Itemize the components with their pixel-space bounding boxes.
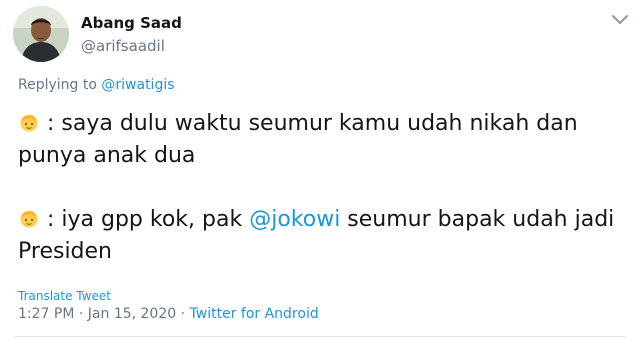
- chevron-down-icon[interactable]: [610, 12, 630, 28]
- tweet-meta: 1:27 PM · Jan 15, 2020 · Twitter for And…: [18, 306, 319, 322]
- user-handle[interactable]: @arifsaadil: [81, 37, 165, 55]
- divider: [14, 336, 626, 337]
- replying-to-label: Replying to: [18, 77, 102, 93]
- meta-separator: ·: [176, 306, 190, 322]
- replying-to: Replying to @riwatigis: [18, 77, 175, 93]
- tweet-mention-jokowi[interactable]: @jokowi: [249, 207, 340, 232]
- meta-separator: ·: [74, 306, 88, 322]
- tweet-date[interactable]: Jan 15, 2020: [88, 306, 176, 322]
- tweet-time[interactable]: 1:27 PM: [18, 306, 74, 322]
- tweet-line-1: : saya dulu waktu seumur kamu udah nikah…: [18, 111, 578, 168]
- tweet-paragraph-1: : saya dulu waktu seumur kamu udah nikah…: [18, 108, 622, 172]
- tweet-paragraph-2: : iya gpp kok, pak @jokowi seumur bapak …: [18, 204, 622, 268]
- replying-to-mention[interactable]: @riwatigis: [101, 77, 174, 93]
- tweet-card: Abang Saad @arifsaadil Replying to @riwa…: [0, 0, 640, 360]
- user-name[interactable]: Abang Saad: [81, 14, 182, 32]
- translate-tweet-link[interactable]: Translate Tweet: [18, 289, 111, 303]
- tweet-line-2-before: : iya gpp kok, pak: [40, 207, 250, 232]
- tweet-source[interactable]: Twitter for Android: [190, 306, 319, 322]
- person-emoji: [20, 114, 38, 132]
- avatar[interactable]: [13, 6, 69, 62]
- tweet-text: : saya dulu waktu seumur kamu udah nikah…: [18, 108, 622, 268]
- person-emoji: [20, 210, 38, 228]
